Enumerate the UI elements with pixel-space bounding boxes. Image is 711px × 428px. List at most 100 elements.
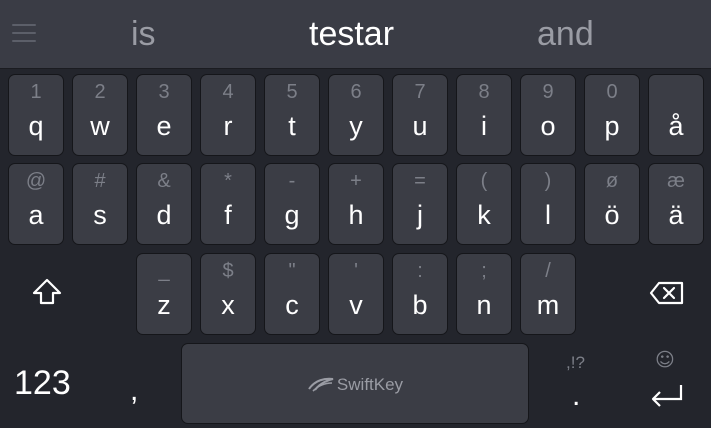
key-hint: " bbox=[288, 260, 296, 282]
key-hint: 2 bbox=[94, 81, 106, 103]
numbers-key[interactable]: 123 bbox=[14, 364, 71, 403]
key-hint: $ bbox=[222, 260, 234, 282]
key-label: a bbox=[28, 200, 44, 230]
key-y[interactable]: 6y bbox=[328, 74, 384, 156]
key-hint: 0 bbox=[606, 81, 618, 103]
key-w[interactable]: 2w bbox=[72, 74, 128, 156]
key-o[interactable]: 9o bbox=[520, 74, 576, 156]
key-hint: @ bbox=[25, 170, 47, 192]
key-label: w bbox=[90, 111, 110, 141]
key-d[interactable]: & d bbox=[136, 163, 192, 245]
shift-icon bbox=[32, 278, 62, 305]
key-hint: ' bbox=[354, 260, 358, 282]
suggestion-bar: is testar and bbox=[0, 0, 711, 69]
key-label: q bbox=[28, 111, 44, 141]
key-hint: + bbox=[350, 170, 362, 192]
swiftkey-logo: SwiftKey bbox=[182, 375, 528, 395]
key-hint: 8 bbox=[478, 81, 490, 103]
key-hint: 9 bbox=[542, 81, 554, 103]
key-label: f bbox=[224, 200, 232, 230]
key-t[interactable]: 5t bbox=[264, 74, 320, 156]
key-label: z bbox=[157, 290, 171, 320]
period-key[interactable]: ,!? . bbox=[556, 345, 600, 415]
key-hint: ) bbox=[544, 170, 552, 192]
key-hint: = bbox=[414, 170, 426, 192]
enter-key[interactable]: ☺ bbox=[640, 345, 694, 415]
key-hint: 5 bbox=[286, 81, 298, 103]
key-label: g bbox=[284, 200, 300, 230]
space-key[interactable]: SwiftKey bbox=[181, 343, 529, 424]
key-hint: 6 bbox=[350, 81, 362, 103]
key-label: i bbox=[481, 111, 487, 141]
key-c[interactable]: " c bbox=[264, 253, 320, 335]
key-u[interactable]: 7u bbox=[392, 74, 448, 156]
key-k[interactable]: (k bbox=[456, 163, 512, 245]
key-ä[interactable]: æä bbox=[648, 163, 704, 245]
key-r[interactable]: 4r bbox=[200, 74, 256, 156]
key-i[interactable]: 8i bbox=[456, 74, 512, 156]
key-z[interactable]: _ z bbox=[136, 253, 192, 335]
key-label: m bbox=[536, 290, 560, 320]
key-label: j bbox=[417, 200, 423, 230]
key-label: c bbox=[285, 290, 299, 320]
suggestion-right[interactable]: and bbox=[537, 14, 594, 54]
key-label: e bbox=[156, 111, 172, 141]
suggestion-left[interactable]: is bbox=[131, 14, 156, 54]
key-label: k bbox=[477, 200, 491, 230]
key-å[interactable]: å bbox=[648, 74, 704, 156]
key-s[interactable]: # s bbox=[72, 163, 128, 245]
emoji-hint-icon: ☺ bbox=[655, 349, 675, 371]
key-hint: ø bbox=[605, 170, 619, 192]
key-v[interactable]: ' v bbox=[328, 253, 384, 335]
key-label: u bbox=[412, 111, 428, 141]
key-hint: & bbox=[157, 170, 171, 192]
key-a[interactable]: @ a bbox=[8, 163, 64, 245]
backspace-key[interactable] bbox=[640, 270, 694, 316]
period-label: . bbox=[572, 379, 581, 412]
key-hint: 4 bbox=[222, 81, 234, 103]
swiftkey-brand: SwiftKey bbox=[336, 375, 404, 394]
key-label: x bbox=[221, 290, 235, 320]
key-hint: # bbox=[94, 170, 106, 192]
key-ö[interactable]: øö bbox=[584, 163, 640, 245]
key-x[interactable]: $ x bbox=[200, 253, 256, 335]
key-label: p bbox=[604, 111, 620, 141]
key-label: y bbox=[349, 111, 363, 141]
key-q[interactable]: 1q bbox=[8, 74, 64, 156]
key-hint: 1 bbox=[30, 81, 42, 103]
key-f[interactable]: * f bbox=[200, 163, 256, 245]
key-l[interactable]: ) l bbox=[520, 163, 576, 245]
key-label: h bbox=[348, 200, 364, 230]
key-hint: : bbox=[417, 260, 423, 282]
swiftkey-swoosh-icon bbox=[308, 377, 334, 392]
key-hint: _ bbox=[158, 260, 170, 282]
shift-key[interactable] bbox=[20, 270, 74, 316]
key-hint: - bbox=[288, 170, 296, 192]
key-p[interactable]: 0p bbox=[584, 74, 640, 156]
key-label: v bbox=[349, 290, 363, 320]
key-b[interactable]: :b bbox=[392, 253, 448, 335]
key-label: r bbox=[223, 111, 233, 141]
key-n[interactable]: ; n bbox=[456, 253, 512, 335]
key-label: ä bbox=[668, 200, 684, 230]
enter-icon bbox=[651, 385, 683, 407]
backspace-icon bbox=[649, 281, 684, 305]
key-label: n bbox=[476, 290, 492, 320]
key-m[interactable]: / m bbox=[520, 253, 576, 335]
key-label: o bbox=[540, 111, 556, 141]
suggestion-center[interactable]: testar bbox=[309, 14, 394, 54]
key-e[interactable]: 3e bbox=[136, 74, 192, 156]
comma-key[interactable]: , bbox=[130, 374, 138, 408]
key-label: ö bbox=[604, 200, 620, 230]
key-label: d bbox=[156, 200, 172, 230]
key-j[interactable]: = j bbox=[392, 163, 448, 245]
key-h[interactable]: + h bbox=[328, 163, 384, 245]
menu-icon[interactable] bbox=[12, 24, 36, 44]
key-label: b bbox=[412, 290, 428, 320]
key-hint: ; bbox=[481, 260, 487, 282]
key-hint: 3 bbox=[158, 81, 170, 103]
key-g[interactable]: -g bbox=[264, 163, 320, 245]
punctuation-hint: ,!? bbox=[566, 353, 585, 372]
key-label: å bbox=[668, 111, 684, 141]
key-hint: 7 bbox=[414, 81, 426, 103]
